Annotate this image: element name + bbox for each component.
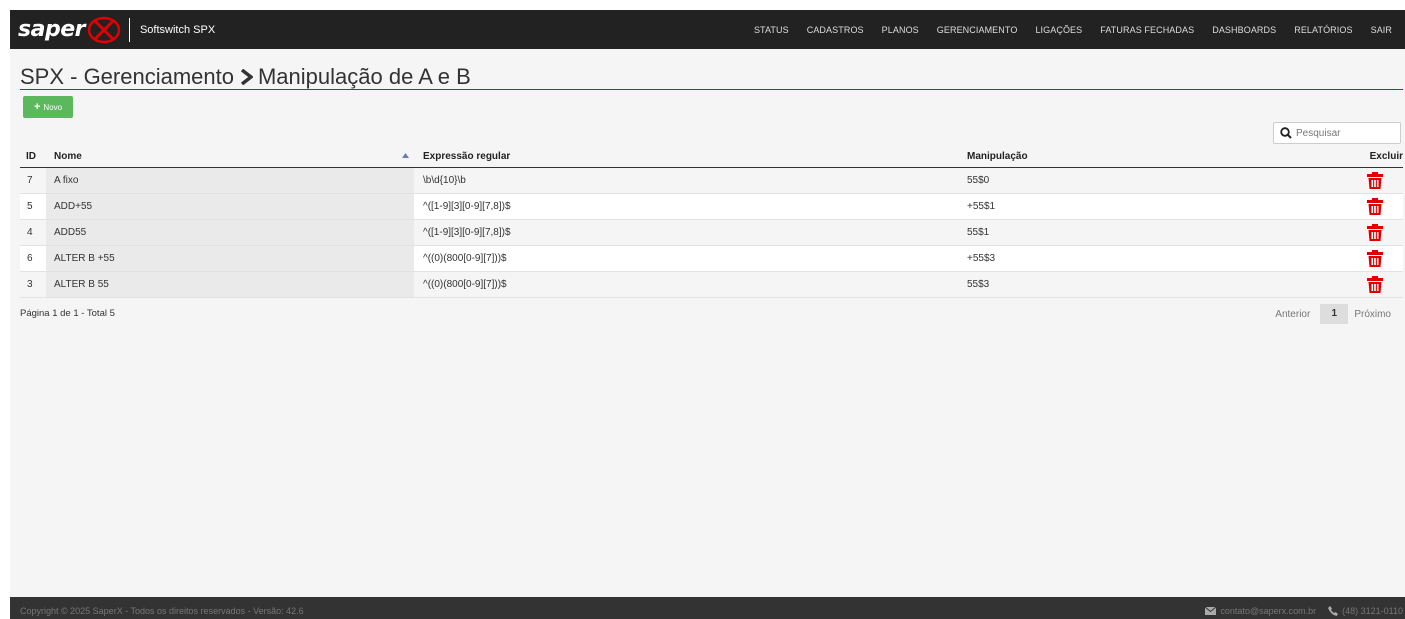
page-title-current: Manipulação de A e B xyxy=(257,64,471,89)
cell-manipulation: 55$3 xyxy=(967,279,990,290)
table-row[interactable]: 5 ADD+55 ^([1-9][3][0-9][7,8])$ +55$1 xyxy=(20,194,1403,220)
nav-item-status[interactable]: STATUS xyxy=(745,25,798,35)
new-button-label: Novo xyxy=(43,102,63,112)
phone-icon xyxy=(1328,606,1339,616)
cell-id: 5 xyxy=(27,201,33,212)
brand[interactable]: saper Softswitch SPX xyxy=(18,14,215,45)
trash-icon[interactable] xyxy=(1367,172,1383,189)
cell-name: A fixo xyxy=(54,175,79,186)
nav-menu: STATUS CADASTROS PLANOS GERENCIAMENTO LIGAÇÕ… xyxy=(745,10,1401,49)
search-box[interactable] xyxy=(1273,122,1401,144)
brand-logo-x-icon xyxy=(87,16,121,44)
envelope-icon xyxy=(1205,607,1217,615)
pagination: Anterior 1 Próximo xyxy=(1275,304,1391,324)
table-row[interactable]: 6 ALTER B +55 ^((0)(800[0-9][7]))$ +55$3 xyxy=(20,246,1403,272)
table-header: ID Nome Expressão regular Manipulação Ex… xyxy=(20,147,1403,168)
nav-item-relat-rios[interactable]: RELATÓRIOS xyxy=(1285,25,1361,35)
nav-item-sair[interactable]: SAIR xyxy=(1362,25,1401,35)
cell-name: ADD55 xyxy=(54,227,87,238)
page-title: SPX - Gerenciamento Manipulação de A e B xyxy=(20,64,471,90)
cell-name: ALTER B 55 xyxy=(54,279,109,290)
title-divider xyxy=(20,89,1403,90)
name-cell-bg xyxy=(46,220,414,245)
cell-regex: \b\d{10}\b xyxy=(423,175,466,186)
cell-regex: ^([1-9][3][0-9][7,8])$ xyxy=(423,227,511,238)
search-input[interactable] xyxy=(1296,127,1391,139)
brand-separator xyxy=(128,17,130,42)
cell-regex: ^((0)(800[0-9][7]))$ xyxy=(423,253,507,264)
cell-name: ADD+55 xyxy=(54,201,93,212)
col-header-delete: Excluir xyxy=(1369,151,1403,162)
trash-icon[interactable] xyxy=(1367,250,1383,267)
cell-id: 4 xyxy=(27,227,33,238)
col-header-manipulation[interactable]: Manipulação xyxy=(967,151,1028,162)
page-title-section: SPX - Gerenciamento xyxy=(20,64,234,89)
footer-contact: contato@saperx.com.br (48) 3121-0110 xyxy=(1205,606,1403,616)
cell-name: ALTER B +55 xyxy=(54,253,115,264)
app-frame: saper Softswitch SPX STATUS CADASTROS PLAN… xyxy=(10,10,1405,619)
table-body: 7 A fixo \b\d{10}\b 55$0 5 ADD+55 ^([1-9][3][0… xyxy=(20,168,1403,298)
search-icon xyxy=(1280,127,1292,139)
footer: Copyright © 2025 SaperX - Todos os direi… xyxy=(10,597,1405,619)
cell-manipulation: +55$3 xyxy=(967,253,996,264)
trash-icon[interactable] xyxy=(1367,224,1383,241)
pagination-info: Página 1 de 1 - Total 5 xyxy=(20,308,115,319)
nav-item-planos[interactable]: PLANOS xyxy=(873,25,928,35)
nav-item-cadastros[interactable]: CADASTROS xyxy=(798,25,873,35)
cell-regex: ^((0)(800[0-9][7]))$ xyxy=(423,279,507,290)
footer-email[interactable]: contato@saperx.com.br xyxy=(1220,606,1316,616)
footer-copyright: Copyright © 2025 SaperX - Todos os direi… xyxy=(20,606,304,616)
brand-logo-text: saper xyxy=(18,17,85,42)
pagination-next[interactable]: Próximo xyxy=(1354,309,1391,320)
nav-item-liga-es[interactable]: LIGAÇÕES xyxy=(1026,25,1091,35)
top-navbar: saper Softswitch SPX STATUS CADASTROS PLAN… xyxy=(10,10,1405,49)
new-button[interactable]: + Novo xyxy=(23,96,73,118)
trash-icon[interactable] xyxy=(1367,198,1383,215)
nav-item-dashboards[interactable]: DASHBOARDS xyxy=(1203,25,1285,35)
trash-icon[interactable] xyxy=(1367,276,1383,293)
col-header-name[interactable]: Nome xyxy=(54,151,82,162)
cell-id: 7 xyxy=(27,175,33,186)
brand-subtitle: Softswitch SPX xyxy=(139,23,216,36)
col-header-regex[interactable]: Expressão regular xyxy=(423,151,510,162)
cell-manipulation: 55$0 xyxy=(967,175,990,186)
data-table: ID Nome Expressão regular Manipulação Ex… xyxy=(20,147,1403,298)
footer-phone[interactable]: (48) 3121-0110 xyxy=(1342,606,1403,616)
col-header-id[interactable]: ID xyxy=(26,151,36,162)
cell-manipulation: 55$1 xyxy=(967,227,990,238)
chevron-right-icon xyxy=(239,69,253,85)
plus-icon: + xyxy=(33,101,41,113)
pagination-page-current[interactable]: 1 xyxy=(1320,304,1349,324)
table-row[interactable]: 7 A fixo \b\d{10}\b 55$0 xyxy=(20,168,1403,194)
name-cell-bg xyxy=(46,194,414,219)
name-cell-bg xyxy=(46,168,414,193)
pagination-prev[interactable]: Anterior xyxy=(1275,309,1310,320)
table-row[interactable]: 3 ALTER B 55 ^((0)(800[0-9][7]))$ 55$3 xyxy=(20,272,1403,298)
cell-id: 3 xyxy=(27,279,33,290)
cell-regex: ^([1-9][3][0-9][7,8])$ xyxy=(423,201,511,212)
table-row[interactable]: 4 ADD55 ^([1-9][3][0-9][7,8])$ 55$1 xyxy=(20,220,1403,246)
sort-asc-icon[interactable] xyxy=(402,153,409,158)
cell-id: 6 xyxy=(27,253,33,264)
nav-item-gerenciamento[interactable]: GERENCIAMENTO xyxy=(928,25,1027,35)
nav-item-faturas-fechadas[interactable]: FATURAS FECHADAS xyxy=(1091,25,1203,35)
cell-manipulation: +55$1 xyxy=(967,201,996,212)
